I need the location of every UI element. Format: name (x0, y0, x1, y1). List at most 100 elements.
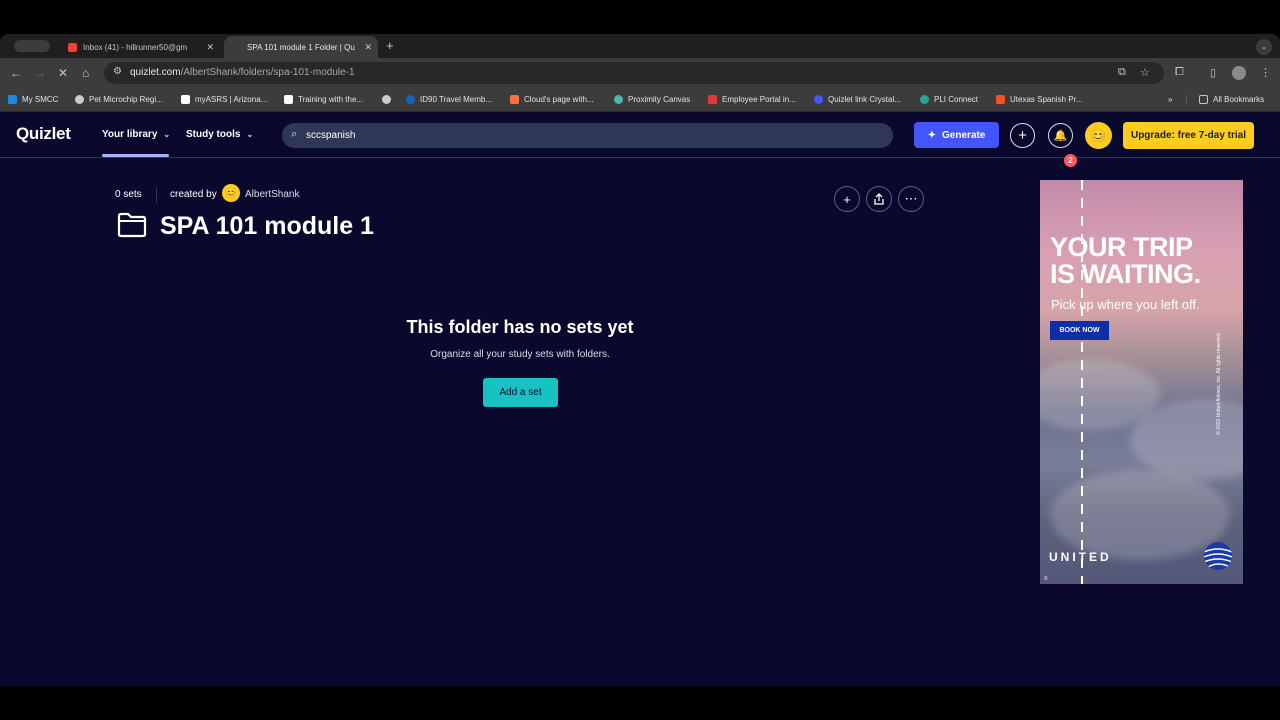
quizlet-tab-icon (232, 42, 241, 52)
divider (156, 187, 157, 203)
more-options-button[interactable]: ⋯ (898, 186, 924, 212)
install-app-icon[interactable]: ⧉ (1118, 66, 1126, 79)
stop-loading-icon[interactable]: ✕ (58, 66, 68, 80)
bookmark-icon (181, 95, 190, 104)
bookmark-item[interactable]: Employee Portal in... (708, 95, 796, 104)
author-name[interactable]: AlbertShank (245, 189, 299, 200)
empty-state-subtitle: Organize all your study sets with folder… (430, 349, 610, 360)
browser-menu-icon[interactable]: ⋮ (1260, 66, 1271, 79)
close-tab-icon[interactable]: ✕ (206, 42, 214, 53)
generate-button[interactable]: ✦ Generate (914, 122, 999, 148)
scrollbar[interactable] (1268, 158, 1276, 686)
quizlet-header: Quizlet Your library⌄ Study tools⌄ ⌕ ✦Ge… (0, 112, 1280, 158)
bookmark-item[interactable]: Training with the... (284, 95, 363, 104)
create-button[interactable]: + (1010, 123, 1035, 148)
bookmark-icon (814, 95, 823, 104)
ad-legal-text: © 2022 United Airlines, Inc. All rights … (1216, 332, 1222, 435)
share-button[interactable] (866, 186, 892, 212)
tab-quizlet[interactable]: SPA 101 module 1 Folder | Qu ✕ (224, 36, 378, 58)
ad-menu-icon[interactable]: ≡ (1044, 576, 1048, 582)
bookmark-star-icon[interactable]: ☆ (1140, 66, 1150, 79)
bookmark-item[interactable]: Pet Microchip Regi... (75, 95, 163, 104)
quizlet-logo[interactable]: Quizlet (16, 124, 71, 144)
book-now-button[interactable]: BOOK NOW (1050, 321, 1109, 340)
bookmark-item[interactable]: PLI Connect (920, 95, 978, 104)
profile-avatar[interactable] (1232, 66, 1246, 80)
search-icon: ⌕ (291, 128, 298, 140)
bookmark-item[interactable]: myASRS | Arizona... (181, 95, 267, 104)
notifications-button[interactable]: 🔔 (1048, 123, 1073, 148)
bookmark-icon (614, 95, 623, 104)
nav-study-tools[interactable]: Study tools ⌄ (186, 129, 253, 140)
notification-badge: 2 (1064, 154, 1077, 167)
empty-state-title: This folder has no sets yet (406, 317, 634, 337)
bookmark-icon (8, 95, 17, 104)
tab-title: SPA 101 module 1 Folder | Qu (247, 42, 355, 52)
folder-icon (117, 212, 147, 238)
bookmark-item[interactable]: Proximity Canvas (614, 95, 690, 104)
bookmark-item[interactable]: Quizlet link Crystal... (814, 95, 901, 104)
sparkle-icon: ✦ (927, 129, 937, 141)
address-row: ← → ✕ ⌂ ⚙ quizlet.com/AlbertShank/folder… (0, 58, 1280, 88)
bookmark-icon (920, 95, 929, 104)
tab-group-pill[interactable] (14, 40, 50, 52)
bell-icon: 🔔 (1053, 130, 1068, 142)
back-icon[interactable]: ← (10, 66, 22, 80)
tab-gmail[interactable]: Inbox (41) - hillrunner50@gm ✕ (60, 36, 220, 58)
folder-title: SPA 101 module 1 (160, 212, 374, 240)
upgrade-button[interactable]: Upgrade: free 7-day trial (1123, 122, 1254, 149)
home-icon[interactable]: ⌂ (82, 66, 89, 80)
tab-search-icon[interactable]: ⌄ (1256, 39, 1272, 55)
more-bookmarks-button[interactable]: » (1168, 95, 1172, 104)
tab-title: Inbox (41) - hillrunner50@gm (83, 42, 188, 52)
bookmark-icon (510, 95, 519, 104)
ellipsis-icon: ⋯ (904, 191, 918, 206)
share-icon (874, 193, 884, 205)
author-avatar[interactable]: 😊 (222, 184, 240, 202)
bookmark-icon (284, 95, 293, 104)
united-logo-text: UNITED (1049, 550, 1112, 564)
side-panel-icon[interactable]: ▯ (1210, 66, 1216, 79)
search-input[interactable] (306, 127, 866, 143)
plus-icon: + (1018, 127, 1027, 144)
bookmark-item[interactable]: Utexas Spanish Pr... (996, 95, 1082, 104)
nav-your-library[interactable]: Your library ⌄ (102, 129, 170, 140)
search-bar: ⌕ (282, 123, 893, 148)
close-tab-icon[interactable]: ✕ (364, 42, 372, 53)
add-a-set-button[interactable]: Add a set (483, 378, 558, 407)
url-text[interactable]: quizlet.com/AlbertShank/folders/spa-101-… (130, 67, 355, 78)
site-info-icon[interactable]: ⚙ (113, 66, 122, 77)
tab-bar: Inbox (41) - hillrunner50@gm ✕ SPA 101 m… (0, 34, 1280, 58)
plus-icon: + (843, 191, 851, 207)
bookmark-item[interactable] (382, 95, 396, 104)
bookmark-item[interactable]: ID90 Travel Memb... (406, 95, 492, 104)
avatar-emoji-icon: 😊 (1090, 127, 1107, 143)
sets-count: 0 sets (115, 189, 142, 200)
user-avatar[interactable]: 😊 (1085, 122, 1112, 149)
gmail-icon (68, 42, 77, 52)
folder-icon (1199, 95, 1208, 104)
bookmark-icon (75, 95, 84, 104)
ad-headline: YOUR TRIP IS WAITING. (1050, 232, 1201, 289)
united-globe-icon (1204, 542, 1232, 570)
globe-icon (382, 95, 391, 104)
united-ad[interactable]: YOUR TRIP IS WAITING. Pick up where you l… (1040, 180, 1243, 584)
all-bookmarks-button[interactable]: All Bookmarks (1186, 95, 1264, 104)
ad-tagline: Pick up where you left off. (1051, 297, 1200, 312)
cloud-shape (1050, 470, 1230, 560)
active-nav-underline (102, 154, 169, 157)
bookmark-item[interactable]: My SMCC (8, 95, 58, 104)
bookmark-item[interactable]: Cloud's page with... (510, 95, 594, 104)
address-bar[interactable]: ⚙ quizlet.com/AlbertShank/folders/spa-10… (104, 62, 1164, 84)
bookmarks-bar: My SMCC Pet Microchip Regi... myASRS | A… (0, 88, 1280, 112)
bookmark-icon (708, 95, 717, 104)
new-tab-button[interactable]: + (386, 38, 394, 53)
browser-window: Inbox (41) - hillrunner50@gm ✕ SPA 101 m… (0, 34, 1280, 686)
chevron-down-icon: ⌄ (163, 130, 171, 139)
avatar-emoji-icon: 😊 (224, 187, 238, 199)
extensions-icon[interactable]: ⧠ (1175, 66, 1184, 79)
bookmark-icon (406, 95, 415, 104)
chevron-down-icon: ⌄ (246, 130, 254, 139)
forward-icon[interactable]: → (34, 66, 46, 80)
add-to-folder-button[interactable]: + (834, 186, 860, 212)
